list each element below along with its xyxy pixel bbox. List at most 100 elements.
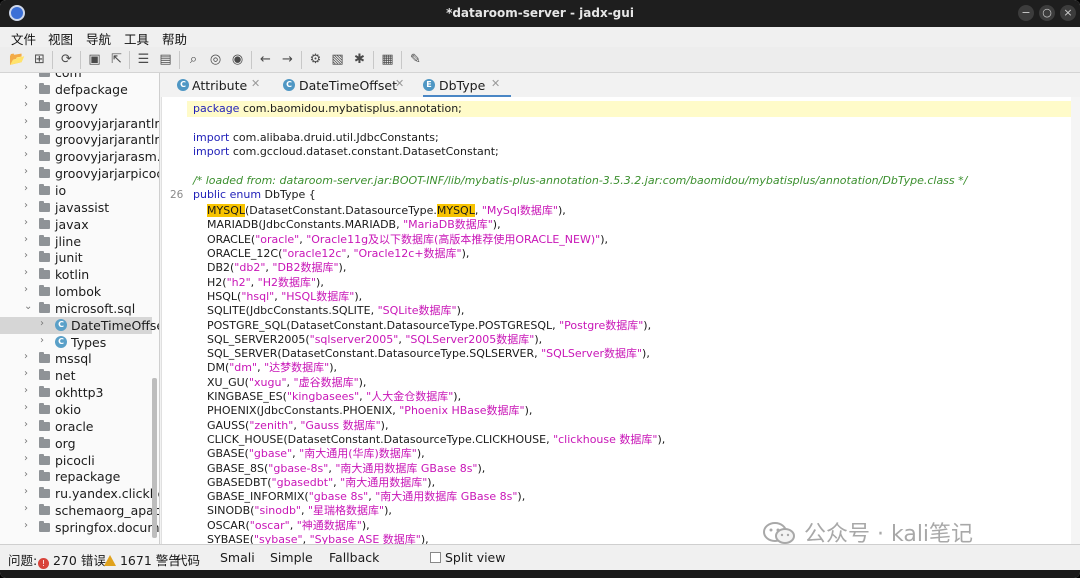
chevron-right-icon[interactable]: › — [24, 234, 28, 245]
split-view-checkbox[interactable] — [430, 552, 441, 563]
code-line[interactable]: import com.gccloud.dataset.constant.Data… — [193, 145, 499, 160]
chevron-right-icon[interactable]: › — [24, 132, 28, 143]
split-view-toggle[interactable]: Split view — [430, 550, 505, 565]
back-icon[interactable]: ← — [257, 51, 274, 68]
chevron-right-icon[interactable]: › — [24, 250, 28, 261]
tree-package-item[interactable]: › net — [0, 367, 152, 384]
chevron-right-icon[interactable]: › — [24, 116, 28, 127]
editor-scrollbar[interactable] — [1071, 97, 1080, 544]
code-line[interactable]: SQL_SERVER(DatasetConstant.DatasourceTyp… — [193, 345, 650, 360]
chevron-right-icon[interactable]: › — [24, 351, 28, 362]
minimize-button[interactable]: − — [1018, 5, 1034, 21]
tree-package-item[interactable]: › jline — [0, 233, 152, 250]
menu-view[interactable]: 视图 — [48, 29, 73, 48]
tree-package-item[interactable]: ⌄ microsoft.sql — [0, 300, 152, 317]
code-line[interactable]: SYBASE("sybase", "Sybase ASE 数据库"), — [193, 531, 429, 544]
chevron-right-icon[interactable]: › — [24, 419, 28, 430]
code-line[interactable]: SQLITE(JdbcConstants.SQLITE, "SQLite数据库"… — [193, 302, 464, 317]
code-line[interactable]: package com.baomidou.mybatisplus.annotat… — [193, 102, 462, 117]
log-icon[interactable]: ▦ — [379, 51, 396, 68]
code-line[interactable]: OSCAR("oscar", "神通数据库"), — [193, 517, 370, 532]
menu-file[interactable]: 文件 — [11, 29, 36, 48]
code-line[interactable]: XU_GU("xugu", "虚谷数据库"), — [193, 374, 366, 389]
menu-navigation[interactable]: 导航 — [86, 29, 111, 48]
chevron-right-icon[interactable]: › — [40, 335, 44, 346]
tab-attribute[interactable]: C Attribute ✕ — [177, 73, 277, 97]
tab-datetimeoffset[interactable]: C DateTimeOffset ✕ — [283, 73, 407, 97]
tree-package-item[interactable]: › io — [0, 182, 152, 199]
chevron-right-icon[interactable]: › — [24, 267, 28, 278]
tree-package-item[interactable]: › ru.yandex.clickhouse — [0, 485, 159, 502]
code-line[interactable]: MARIADB(JdbcConstants.MARIADB, "MariaDB数… — [193, 216, 501, 231]
chevron-right-icon[interactable]: › — [24, 149, 28, 160]
chevron-right-icon[interactable]: › — [24, 453, 28, 464]
forward-icon[interactable]: → — [279, 51, 296, 68]
view-tab-smali[interactable]: Smali — [220, 550, 255, 565]
chevron-right-icon[interactable]: › — [24, 73, 28, 76]
flatten-icon[interactable]: ☰ — [135, 51, 152, 68]
chevron-right-icon[interactable]: › — [24, 469, 28, 480]
code-line[interactable]: ORACLE("oracle", "Oracle11g及以下数据库(高版本推荐使… — [193, 231, 608, 246]
chevron-right-icon[interactable]: › — [24, 436, 28, 447]
close-tab-icon[interactable]: ✕ — [395, 77, 404, 90]
close-button[interactable]: × — [1060, 5, 1076, 21]
tree-package-item[interactable]: › okio — [0, 401, 152, 418]
close-tab-icon[interactable]: ✕ — [491, 77, 500, 90]
tree-icon[interactable]: ▤ — [157, 51, 174, 68]
tree-package-item[interactable]: › repackage — [0, 468, 152, 485]
chevron-right-icon[interactable]: › — [24, 385, 28, 396]
tree-package-item[interactable]: › groovyjarjarantlr — [0, 115, 159, 132]
tree-package-item[interactable]: › schemaorg_apache — [0, 502, 159, 519]
chevron-right-icon[interactable]: › — [24, 520, 28, 531]
chevron-right-icon[interactable]: › — [24, 217, 28, 228]
code-line[interactable]: ORACLE_12C("oracle12c", "Oracle12c+数据库")… — [193, 245, 469, 260]
code-line[interactable]: GAUSS("zenith", "Gauss 数据库"), — [193, 417, 388, 432]
chevron-right-icon[interactable]: › — [24, 402, 28, 413]
search-icon[interactable]: ⌕ — [185, 51, 202, 68]
error-count[interactable]: ! 270 错误 — [38, 550, 106, 569]
code-line[interactable]: SINODB("sinodb", "星瑞格数据库"), — [193, 502, 392, 517]
tab-dbtype[interactable]: E DbType ✕ — [423, 73, 511, 97]
code-line[interactable]: KINGBASE_ES("kingbasees", "人大金仓数据库"), — [193, 388, 461, 403]
tree-class-item[interactable]: › C Types — [0, 334, 152, 351]
debugger-icon[interactable]: ✱ — [351, 51, 368, 68]
code-line[interactable]: GBASEDBT("gbasedbt", "南大通用数据库"), — [193, 474, 435, 489]
save-all-icon[interactable]: ▣ — [86, 51, 103, 68]
code-line[interactable]: PHOENIX(JdbcConstants.PHOENIX, "Phoenix … — [193, 402, 532, 417]
menu-tools[interactable]: 工具 — [124, 29, 149, 48]
find-usage-icon[interactable]: ◎ — [207, 51, 224, 68]
chevron-right-icon[interactable]: › — [24, 99, 28, 110]
tree-package-item[interactable]: › groovy — [0, 98, 152, 115]
chevron-right-icon[interactable]: › — [24, 82, 28, 93]
chevron-right-icon[interactable]: › — [24, 166, 28, 177]
code-line[interactable]: public enum DbType { — [193, 188, 316, 203]
tree-class-item[interactable]: › C DateTimeOffset — [0, 316, 159, 334]
chevron-right-icon[interactable]: › — [24, 284, 28, 295]
tree-package-item[interactable]: › javassist — [0, 199, 152, 216]
tree-package-item[interactable]: › groovyjarjarasm. — [0, 148, 159, 165]
code-line[interactable]: H2("h2", "H2数据库"), — [193, 274, 324, 289]
goto-class-icon[interactable]: ◉ — [229, 51, 246, 68]
tree-package-item[interactable]: › springfox.documentation — [0, 519, 159, 536]
tree-package-item[interactable]: › mssql — [0, 350, 152, 367]
code-line[interactable]: GBASE_INFORMIX("gbase 8s", "南大通用数据库 GBas… — [193, 488, 525, 503]
preferences-icon[interactable]: ✎ — [407, 51, 424, 68]
close-tab-icon[interactable]: ✕ — [251, 77, 260, 90]
code-line[interactable]: GBASE_8S("gbase-8s", "南大通用数据库 GBase 8s")… — [193, 460, 485, 475]
tree-package-item[interactable]: › com — [0, 73, 152, 81]
chevron-down-icon[interactable]: ⌄ — [24, 301, 32, 312]
view-tab-code[interactable]: 代码 — [175, 550, 200, 569]
tree-package-item[interactable]: › lombok — [0, 283, 152, 300]
code-line[interactable]: POSTGRE_SQL(DatasetConstant.DatasourceTy… — [193, 317, 651, 332]
chevron-right-icon[interactable]: › — [40, 318, 44, 329]
tree-package-item[interactable]: › javax — [0, 216, 152, 233]
code-line[interactable]: MYSQL(DatasetConstant.DatasourceType.MYS… — [193, 202, 566, 218]
code-line[interactable]: DM("dm", "达梦数据库"), — [193, 359, 337, 374]
code-editor[interactable]: package com.baomidou.mybatisplus.annotat… — [161, 97, 1080, 544]
code-line[interactable]: CLICK_HOUSE(DatasetConstant.DatasourceTy… — [193, 431, 665, 446]
deobfuscation-icon[interactable]: ▧ — [329, 51, 346, 68]
code-line[interactable]: /* loaded from: dataroom-server.jar:BOOT… — [193, 174, 967, 189]
decompile-icon[interactable]: ⚙ — [307, 51, 324, 68]
tree-package-item[interactable]: › okhttp3 — [0, 384, 152, 401]
tree-package-item[interactable]: › defpackage — [0, 81, 152, 98]
